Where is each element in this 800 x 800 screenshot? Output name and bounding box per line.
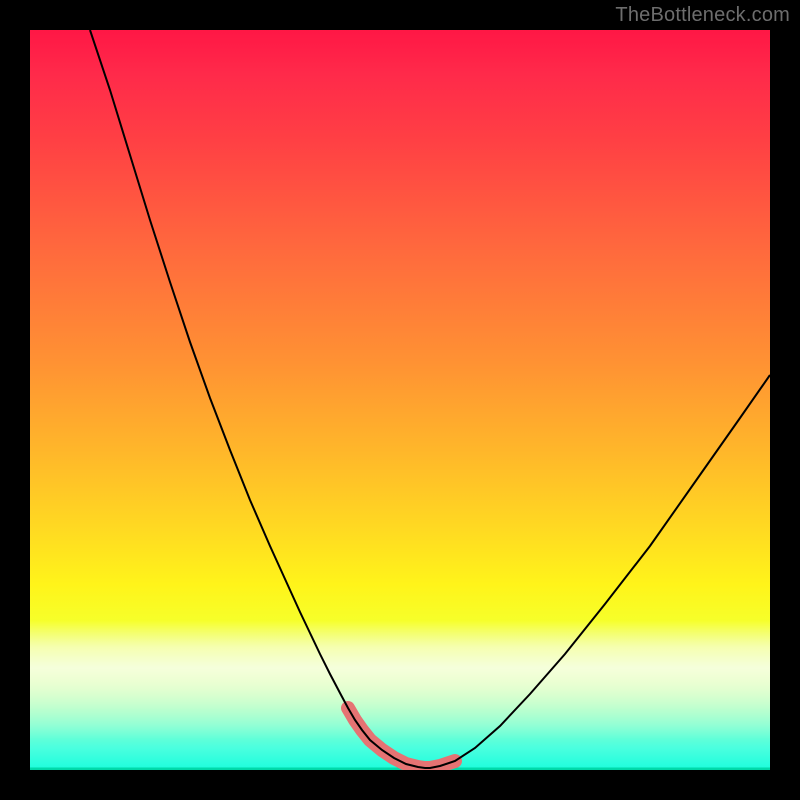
chart-stage: TheBottleneck.com [0,0,800,800]
highlight-path [348,708,455,768]
plot-area [30,30,770,770]
curve-path [90,30,770,768]
curve-layer [30,30,770,770]
watermark-text: TheBottleneck.com [615,4,790,27]
